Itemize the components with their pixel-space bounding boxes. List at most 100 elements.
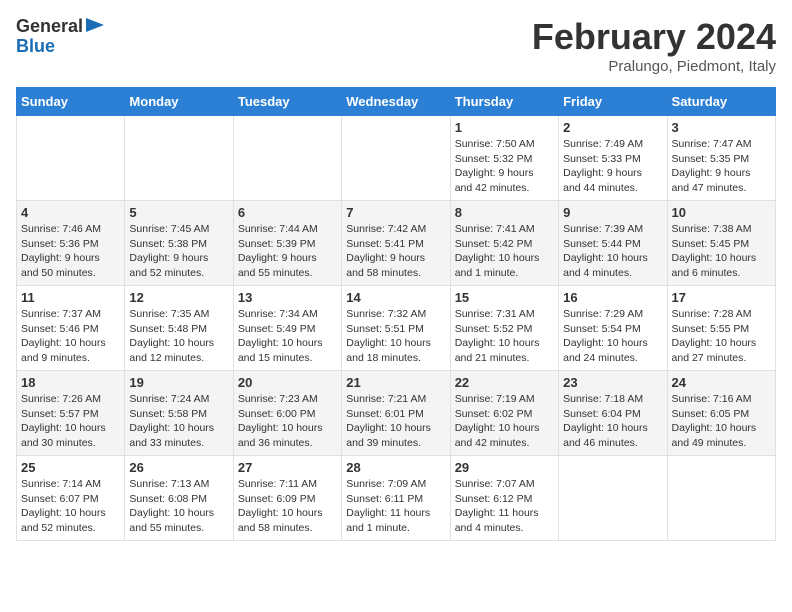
day-number: 12 <box>129 290 228 305</box>
calendar-table: SundayMondayTuesdayWednesdayThursdayFrid… <box>16 87 776 541</box>
cell-content: Sunrise: 7:28 AM Sunset: 5:55 PM Dayligh… <box>672 307 771 366</box>
calendar-cell: 2 Sunrise: 7:49 AM Sunset: 5:33 PM Daylig… <box>559 116 667 201</box>
calendar-cell: 18 Sunrise: 7:26 AM Sunset: 5:57 PM Dayli… <box>17 371 125 456</box>
calendar-cell: 11 Sunrise: 7:37 AM Sunset: 5:46 PM Dayli… <box>17 286 125 371</box>
cell-content: Sunrise: 7:21 AM Sunset: 6:01 PM Dayligh… <box>346 392 445 451</box>
day-number: 4 <box>21 205 120 220</box>
day-number: 15 <box>455 290 554 305</box>
cell-content: Sunrise: 7:49 AM Sunset: 5:33 PM Dayligh… <box>563 137 662 196</box>
cell-content: Sunrise: 7:39 AM Sunset: 5:44 PM Dayligh… <box>563 222 662 281</box>
day-number: 7 <box>346 205 445 220</box>
cell-content: Sunrise: 7:26 AM Sunset: 5:57 PM Dayligh… <box>21 392 120 451</box>
header-row: SundayMondayTuesdayWednesdayThursdayFrid… <box>17 88 776 116</box>
calendar-cell: 4 Sunrise: 7:46 AM Sunset: 5:36 PM Daylig… <box>17 201 125 286</box>
calendar-cell: 29 Sunrise: 7:07 AM Sunset: 6:12 PM Dayli… <box>450 456 558 541</box>
week-row-2: 4 Sunrise: 7:46 AM Sunset: 5:36 PM Daylig… <box>17 201 776 286</box>
cell-content: Sunrise: 7:19 AM Sunset: 6:02 PM Dayligh… <box>455 392 554 451</box>
column-header-tuesday: Tuesday <box>233 88 341 116</box>
day-number: 18 <box>21 375 120 390</box>
day-number: 16 <box>563 290 662 305</box>
column-header-saturday: Saturday <box>667 88 775 116</box>
week-row-3: 11 Sunrise: 7:37 AM Sunset: 5:46 PM Dayli… <box>17 286 776 371</box>
calendar-cell: 27 Sunrise: 7:11 AM Sunset: 6:09 PM Dayli… <box>233 456 341 541</box>
calendar-cell: 25 Sunrise: 7:14 AM Sunset: 6:07 PM Dayli… <box>17 456 125 541</box>
calendar-cell: 5 Sunrise: 7:45 AM Sunset: 5:38 PM Daylig… <box>125 201 233 286</box>
day-number: 8 <box>455 205 554 220</box>
column-header-thursday: Thursday <box>450 88 558 116</box>
cell-content: Sunrise: 7:31 AM Sunset: 5:52 PM Dayligh… <box>455 307 554 366</box>
cell-content: Sunrise: 7:14 AM Sunset: 6:07 PM Dayligh… <box>21 477 120 536</box>
day-number: 22 <box>455 375 554 390</box>
week-row-4: 18 Sunrise: 7:26 AM Sunset: 5:57 PM Dayli… <box>17 371 776 456</box>
cell-content: Sunrise: 7:09 AM Sunset: 6:11 PM Dayligh… <box>346 477 445 536</box>
calendar-cell: 7Sunrise: 7:42 AM Sunset: 5:41 PM Daylig… <box>342 201 450 286</box>
day-number: 21 <box>346 375 445 390</box>
cell-content: Sunrise: 7:18 AM Sunset: 6:04 PM Dayligh… <box>563 392 662 451</box>
week-row-5: 25 Sunrise: 7:14 AM Sunset: 6:07 PM Dayli… <box>17 456 776 541</box>
calendar-cell <box>667 456 775 541</box>
day-number: 23 <box>563 375 662 390</box>
cell-content: Sunrise: 7:29 AM Sunset: 5:54 PM Dayligh… <box>563 307 662 366</box>
calendar-cell: 9Sunrise: 7:39 AM Sunset: 5:44 PM Daylig… <box>559 201 667 286</box>
calendar-cell: 1 Sunrise: 7:50 AM Sunset: 5:32 PM Daylig… <box>450 116 558 201</box>
cell-content: Sunrise: 7:23 AM Sunset: 6:00 PM Dayligh… <box>238 392 337 451</box>
title-section: February 2024 Pralungo, Piedmont, Italy <box>532 16 776 75</box>
page-header: General Blue February 2024 Pralungo, Pie… <box>16 16 776 75</box>
calendar-cell <box>559 456 667 541</box>
column-header-friday: Friday <box>559 88 667 116</box>
day-number: 26 <box>129 460 228 475</box>
day-number: 5 <box>129 205 228 220</box>
day-number: 3 <box>672 120 771 135</box>
logo-blue-text: Blue <box>16 36 55 56</box>
calendar-cell: 13 Sunrise: 7:34 AM Sunset: 5:49 PM Dayli… <box>233 286 341 371</box>
day-number: 27 <box>238 460 337 475</box>
cell-content: Sunrise: 7:16 AM Sunset: 6:05 PM Dayligh… <box>672 392 771 451</box>
cell-content: Sunrise: 7:24 AM Sunset: 5:58 PM Dayligh… <box>129 392 228 451</box>
cell-content: Sunrise: 7:46 AM Sunset: 5:36 PM Dayligh… <box>21 222 120 281</box>
calendar-cell: 14Sunrise: 7:32 AM Sunset: 5:51 PM Dayli… <box>342 286 450 371</box>
calendar-cell: 6Sunrise: 7:44 AM Sunset: 5:39 PM Daylig… <box>233 201 341 286</box>
cell-content: Sunrise: 7:35 AM Sunset: 5:48 PM Dayligh… <box>129 307 228 366</box>
column-header-monday: Monday <box>125 88 233 116</box>
day-number: 2 <box>563 120 662 135</box>
day-number: 6 <box>238 205 337 220</box>
calendar-cell: 21 Sunrise: 7:21 AM Sunset: 6:01 PM Dayli… <box>342 371 450 456</box>
week-row-1: 1 Sunrise: 7:50 AM Sunset: 5:32 PM Daylig… <box>17 116 776 201</box>
day-number: 10 <box>672 205 771 220</box>
calendar-cell <box>233 116 341 201</box>
calendar-cell: 15 Sunrise: 7:31 AM Sunset: 5:52 PM Dayli… <box>450 286 558 371</box>
day-number: 11 <box>21 290 120 305</box>
day-number: 13 <box>238 290 337 305</box>
cell-content: Sunrise: 7:38 AM Sunset: 5:45 PM Dayligh… <box>672 222 771 281</box>
cell-content: Sunrise: 7:34 AM Sunset: 5:49 PM Dayligh… <box>238 307 337 366</box>
calendar-cell: 28 Sunrise: 7:09 AM Sunset: 6:11 PM Dayli… <box>342 456 450 541</box>
calendar-cell: 17Sunrise: 7:28 AM Sunset: 5:55 PM Dayli… <box>667 286 775 371</box>
calendar-cell: 10 Sunrise: 7:38 AM Sunset: 5:45 PM Dayli… <box>667 201 775 286</box>
day-number: 28 <box>346 460 445 475</box>
logo-text: General <box>16 17 83 37</box>
calendar-cell: 16 Sunrise: 7:29 AM Sunset: 5:54 PM Dayli… <box>559 286 667 371</box>
day-number: 25 <box>21 460 120 475</box>
location-subtitle: Pralungo, Piedmont, Italy <box>532 58 776 75</box>
day-number: 19 <box>129 375 228 390</box>
cell-content: Sunrise: 7:47 AM Sunset: 5:35 PM Dayligh… <box>672 137 771 196</box>
logo: General Blue <box>16 16 104 57</box>
month-title: February 2024 <box>532 16 776 58</box>
calendar-cell: 23 Sunrise: 7:18 AM Sunset: 6:04 PM Dayli… <box>559 371 667 456</box>
cell-content: Sunrise: 7:07 AM Sunset: 6:12 PM Dayligh… <box>455 477 554 536</box>
cell-content: Sunrise: 7:13 AM Sunset: 6:08 PM Dayligh… <box>129 477 228 536</box>
cell-content: Sunrise: 7:37 AM Sunset: 5:46 PM Dayligh… <box>21 307 120 366</box>
cell-content: Sunrise: 7:50 AM Sunset: 5:32 PM Dayligh… <box>455 137 554 196</box>
calendar-cell <box>342 116 450 201</box>
logo-icon <box>86 18 104 32</box>
cell-content: Sunrise: 7:32 AM Sunset: 5:51 PM Dayligh… <box>346 307 445 366</box>
day-number: 24 <box>672 375 771 390</box>
cell-content: Sunrise: 7:11 AM Sunset: 6:09 PM Dayligh… <box>238 477 337 536</box>
day-number: 20 <box>238 375 337 390</box>
day-number: 29 <box>455 460 554 475</box>
cell-content: Sunrise: 7:41 AM Sunset: 5:42 PM Dayligh… <box>455 222 554 281</box>
calendar-cell <box>125 116 233 201</box>
calendar-cell: 20 Sunrise: 7:23 AM Sunset: 6:00 PM Dayli… <box>233 371 341 456</box>
cell-content: Sunrise: 7:45 AM Sunset: 5:38 PM Dayligh… <box>129 222 228 281</box>
day-number: 1 <box>455 120 554 135</box>
